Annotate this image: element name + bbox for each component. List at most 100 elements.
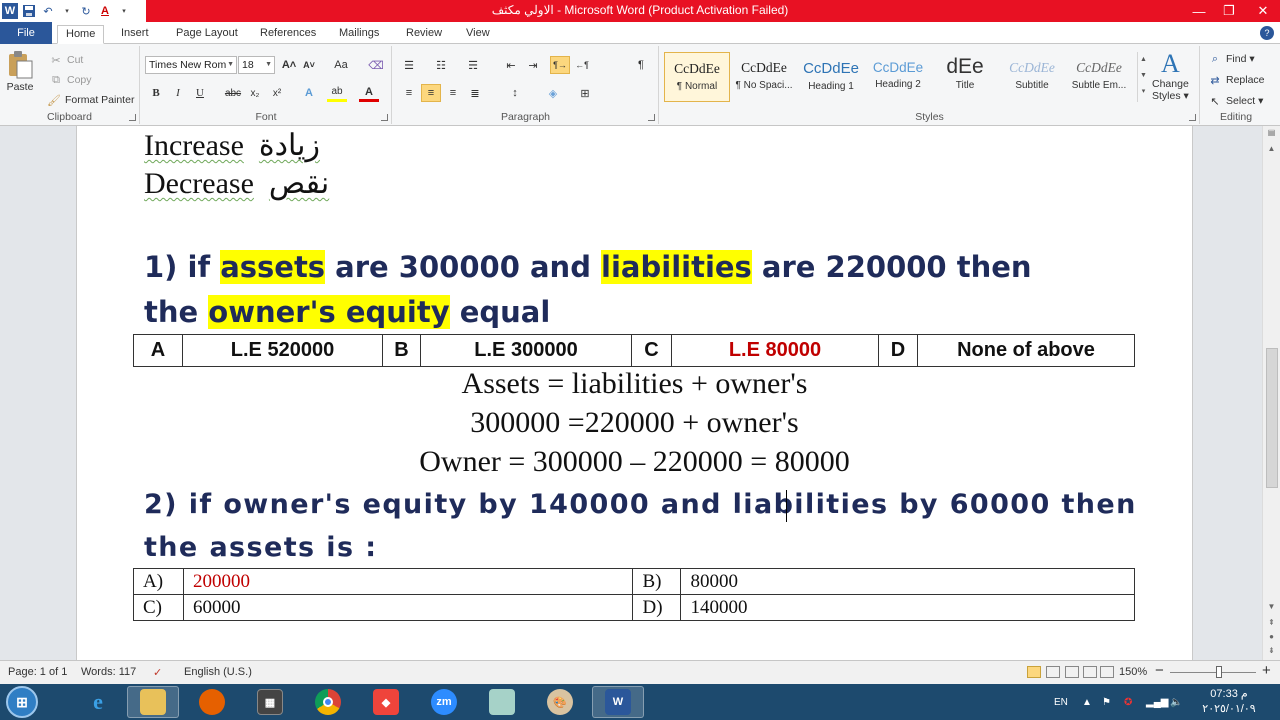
taskbar-anydesk[interactable]: ◆: [360, 686, 412, 718]
zoom-slider-thumb[interactable]: [1216, 666, 1222, 678]
decrease-indent-icon[interactable]: ⇤: [501, 56, 521, 74]
page-count[interactable]: Page: 1 of 1: [8, 666, 67, 678]
tab-file[interactable]: File: [0, 22, 52, 44]
shrink-font-button[interactable]: A˅: [299, 56, 319, 74]
document-page[interactable]: Increase زيادة Decrease نقص 1) if assets…: [76, 126, 1193, 660]
font-launcher-icon[interactable]: [381, 114, 388, 121]
superscript-button[interactable]: x²: [267, 84, 287, 102]
line-spacing-icon[interactable]: ↕: [505, 84, 525, 102]
paragraph-launcher-icon[interactable]: [648, 114, 655, 121]
taskbar-calculator[interactable]: ▦: [244, 686, 296, 718]
borders-icon[interactable]: ⊞: [575, 84, 595, 102]
numbering-icon[interactable]: ☷: [431, 56, 451, 74]
style-normal[interactable]: CcDdEe ¶ Normal: [664, 52, 730, 102]
change-styles-button[interactable]: A Change Styles ▾: [1152, 50, 1189, 103]
print-layout-view-icon[interactable]: [1027, 666, 1041, 678]
format-painter-button[interactable]: 🖌 Format Painter: [46, 92, 134, 108]
clock[interactable]: 07:33 م ٢٠٢٥/٠١/٠٩: [1196, 687, 1262, 717]
replace-button[interactable]: ⇄ Replace: [1207, 72, 1264, 88]
clear-formatting-icon[interactable]: ⌫: [366, 56, 386, 74]
taskbar-paint[interactable]: 🎨: [534, 686, 586, 718]
tab-mailings[interactable]: Mailings: [331, 25, 387, 44]
style-title[interactable]: dEe Title: [932, 52, 998, 102]
previous-page-icon[interactable]: ⇞: [1263, 618, 1280, 632]
security-icon[interactable]: ✪: [1124, 684, 1132, 720]
change-case-button[interactable]: Aa: [328, 56, 354, 74]
increase-indent-icon[interactable]: ⇥: [523, 56, 543, 74]
show-hidden-icons-icon[interactable]: ▲: [1082, 684, 1092, 720]
tab-review[interactable]: Review: [398, 25, 450, 44]
justify-icon[interactable]: ≣: [465, 84, 485, 102]
styles-scroll-icon[interactable]: ▲ ▼ ▾: [1137, 52, 1149, 102]
text-effects-button[interactable]: A: [299, 84, 319, 102]
bold-button[interactable]: B: [146, 84, 166, 102]
draft-view-icon[interactable]: [1100, 666, 1114, 678]
action-center-flag-icon[interactable]: ⚑: [1102, 684, 1111, 720]
font-color-icon[interactable]: A: [97, 3, 113, 19]
multilevel-list-icon[interactable]: ☴: [463, 56, 483, 74]
outline-view-icon[interactable]: [1083, 666, 1097, 678]
strikethrough-button[interactable]: abc: [223, 84, 243, 102]
save-icon[interactable]: [21, 3, 37, 19]
scroll-down-icon[interactable]: ▼: [1263, 602, 1280, 616]
shading-icon[interactable]: ◈: [543, 84, 563, 102]
subscript-button[interactable]: x₂: [245, 84, 265, 102]
styles-launcher-icon[interactable]: [1189, 114, 1196, 121]
zoom-level[interactable]: 150%: [1119, 666, 1147, 678]
tab-page-layout[interactable]: Page Layout: [168, 25, 246, 44]
font-name-combo[interactable]: Times New Rom ▼: [145, 56, 237, 74]
web-layout-view-icon[interactable]: [1065, 666, 1079, 678]
zoom-slider[interactable]: [1170, 672, 1256, 673]
taskbar-firefox[interactable]: [186, 686, 238, 718]
underline-button[interactable]: U: [190, 84, 210, 102]
redo-icon[interactable]: ↻: [78, 3, 94, 19]
browse-object-icon[interactable]: ●: [1263, 632, 1280, 646]
zoom-in-button[interactable]: +: [1262, 662, 1271, 679]
taskbar-file-explorer[interactable]: [127, 686, 179, 718]
italic-button[interactable]: I: [168, 84, 188, 102]
taskbar-notes[interactable]: [476, 686, 528, 718]
full-screen-view-icon[interactable]: [1046, 666, 1060, 678]
minimize-button[interactable]: —: [1182, 0, 1216, 22]
font-color-button[interactable]: A: [359, 84, 379, 102]
taskbar-internet-explorer[interactable]: e: [72, 686, 124, 718]
network-icon[interactable]: ▂▄▆: [1146, 684, 1168, 720]
scrollbar-thumb[interactable]: [1266, 348, 1278, 488]
show-formatting-button[interactable]: ¶: [631, 56, 651, 74]
scroll-up-icon[interactable]: ▲: [1263, 144, 1280, 158]
style-subtle-emphasis[interactable]: CcDdEe Subtle Em...: [1066, 52, 1132, 102]
font-size-combo[interactable]: 18 ▼: [238, 56, 275, 74]
ruler-toggle-icon[interactable]: ▤: [1263, 128, 1280, 142]
word-count[interactable]: Words: 117: [81, 666, 136, 678]
close-button[interactable]: ✕: [1246, 0, 1280, 22]
ltr-direction-icon[interactable]: ¶→: [550, 56, 570, 74]
style-heading-2[interactable]: CcDdEe Heading 2: [865, 52, 931, 102]
style-subtitle[interactable]: CcDdEe Subtitle: [999, 52, 1065, 102]
align-center-icon[interactable]: ≡: [421, 84, 441, 102]
tab-insert[interactable]: Insert: [113, 25, 157, 44]
help-icon[interactable]: ?: [1260, 26, 1274, 40]
bullets-icon[interactable]: ☰: [399, 56, 419, 74]
undo-dropdown-icon[interactable]: ▾: [59, 3, 75, 19]
copy-button[interactable]: ⧉ Copy: [48, 72, 91, 88]
volume-icon[interactable]: 🔈: [1170, 684, 1182, 720]
proofing-icon[interactable]: ✓: [153, 666, 162, 679]
grow-font-button[interactable]: A˄: [279, 56, 299, 74]
word-app-icon[interactable]: W: [2, 3, 18, 19]
language-indicator[interactable]: English (U.S.): [184, 666, 252, 678]
vertical-scrollbar[interactable]: ▤ ▲ ▼ ⇞ ● ⇟: [1262, 126, 1280, 660]
style-heading-1[interactable]: CcDdEe Heading 1: [798, 52, 864, 102]
style-no-spacing[interactable]: CcDdEe ¶ No Spaci...: [731, 52, 797, 102]
undo-icon[interactable]: ↶: [40, 3, 56, 19]
taskbar-word[interactable]: W: [592, 686, 644, 718]
cut-button[interactable]: ✂ Cut: [48, 52, 83, 68]
highlight-button[interactable]: ab: [327, 84, 347, 102]
zoom-out-button[interactable]: −: [1155, 662, 1164, 679]
tab-references[interactable]: References: [252, 25, 324, 44]
align-right-icon[interactable]: ≡: [443, 84, 463, 102]
restore-button[interactable]: ❐: [1212, 0, 1246, 22]
select-button[interactable]: ↖ Select ▾: [1207, 93, 1263, 109]
next-page-icon[interactable]: ⇟: [1263, 646, 1280, 660]
taskbar-zoom[interactable]: zm: [418, 686, 470, 718]
customize-qat-icon[interactable]: ▾: [116, 3, 132, 19]
